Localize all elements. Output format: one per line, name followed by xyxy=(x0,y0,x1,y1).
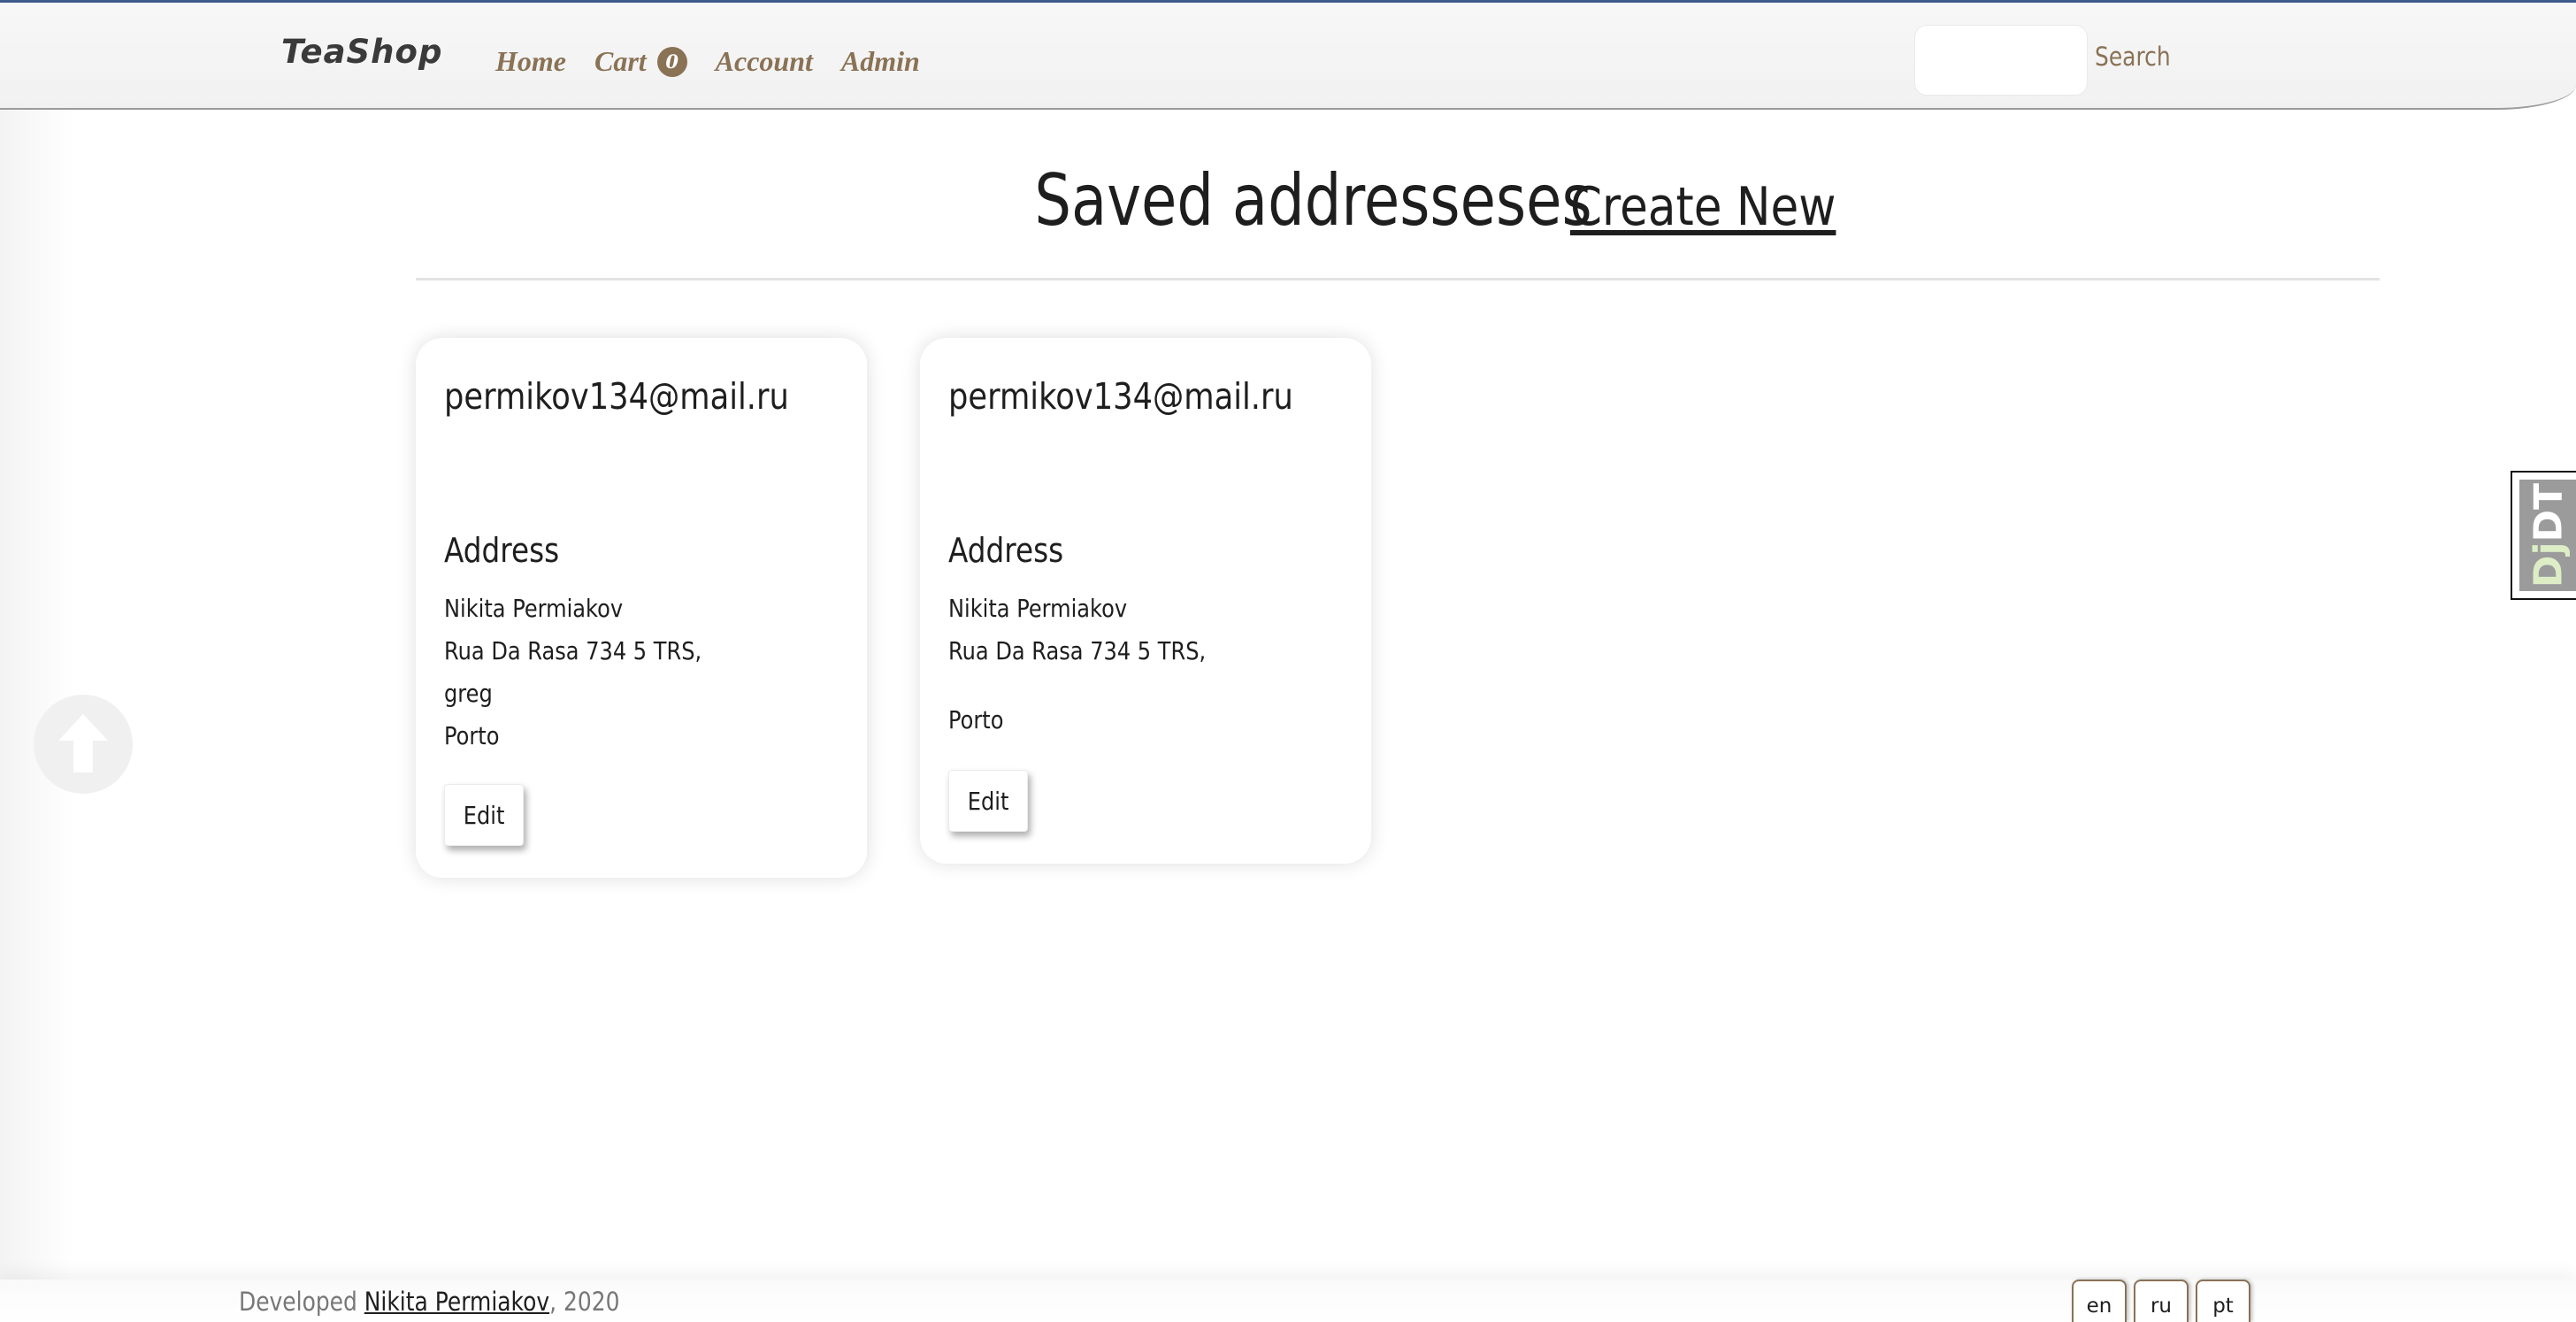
address-card: permikov134@mail.ru Address Nikita Permi… xyxy=(416,338,867,878)
djdt-badge: DjDT xyxy=(2519,480,2576,591)
edit-button-label: Edit xyxy=(463,800,505,830)
scroll-to-top-button[interactable] xyxy=(34,695,133,794)
page-title: Saved addresseses xyxy=(1034,159,1592,242)
language-switcher: en ru pt xyxy=(2072,1280,2258,1322)
djdt-label: DjDT xyxy=(2526,483,2572,588)
cart-count-badge: 0 xyxy=(656,46,687,77)
lang-ru-button[interactable]: ru xyxy=(2134,1280,2189,1322)
address-city: Porto xyxy=(444,721,500,750)
address-city: Porto xyxy=(948,705,1004,734)
address-email: permikov134@mail.ru xyxy=(444,375,789,418)
nav-cart-label[interactable]: Cart xyxy=(594,45,647,78)
nav-account[interactable]: Account xyxy=(716,45,813,78)
brand-logo[interactable]: TeaShop xyxy=(281,33,442,71)
footer-suffix: , 2020 xyxy=(549,1287,620,1317)
lang-pt-button[interactable]: pt xyxy=(2196,1280,2250,1322)
address-line2 xyxy=(948,673,1206,699)
address-line2: greg xyxy=(444,679,493,708)
footer-prefix: Developed xyxy=(239,1287,364,1317)
address-name: Nikita Permiakov xyxy=(948,594,1128,623)
address-lines: Nikita Permiakov Rua Da Rasa 734 5 TRS, … xyxy=(444,588,744,757)
edit-button-label: Edit xyxy=(967,786,1009,816)
address-title: Address xyxy=(444,531,560,570)
address-email: permikov134@mail.ru xyxy=(948,375,1293,418)
footer-credit: Developed Nikita Permiakov, 2020 xyxy=(239,1287,619,1317)
nav-links: Home Cart 0 Account Admin xyxy=(495,45,948,78)
address-title: Address xyxy=(948,531,1064,570)
address-card: permikov134@mail.ru Address Nikita Permi… xyxy=(920,338,1371,864)
address-name: Nikita Permiakov xyxy=(444,594,624,623)
create-new-link[interactable]: Create New xyxy=(1570,176,1836,238)
page-heading: Saved addresseses Create New xyxy=(0,159,2576,242)
address-street: Rua Da Rasa 734 5 TRS, xyxy=(444,636,702,665)
footer-author-link[interactable]: Nikita Permiakov xyxy=(364,1287,549,1317)
heading-divider xyxy=(416,278,2380,281)
djdt-label-dt: DT xyxy=(2526,482,2572,542)
address-lines: Nikita Permiakov Rua Da Rasa 734 5 TRS, … xyxy=(948,588,1248,742)
search-button[interactable]: Search xyxy=(2095,42,2171,72)
djdt-label-dj: Dj xyxy=(2526,542,2572,588)
arrow-up-circle-icon xyxy=(58,714,108,772)
search-input[interactable] xyxy=(1914,25,2088,96)
lang-en-button[interactable]: en xyxy=(2072,1280,2127,1322)
djdt-toolbar-handle[interactable]: DjDT xyxy=(2511,471,2576,600)
edit-button[interactable]: Edit xyxy=(444,784,524,846)
nav-cart[interactable]: Cart 0 xyxy=(594,45,687,78)
address-street: Rua Da Rasa 734 5 TRS, xyxy=(948,636,1207,665)
nav-admin[interactable]: Admin xyxy=(841,45,920,78)
edit-button[interactable]: Edit xyxy=(948,770,1028,832)
nav-home[interactable]: Home xyxy=(495,45,566,78)
navbar: TeaShop Home Cart 0 Account Admin Search xyxy=(0,3,2576,110)
